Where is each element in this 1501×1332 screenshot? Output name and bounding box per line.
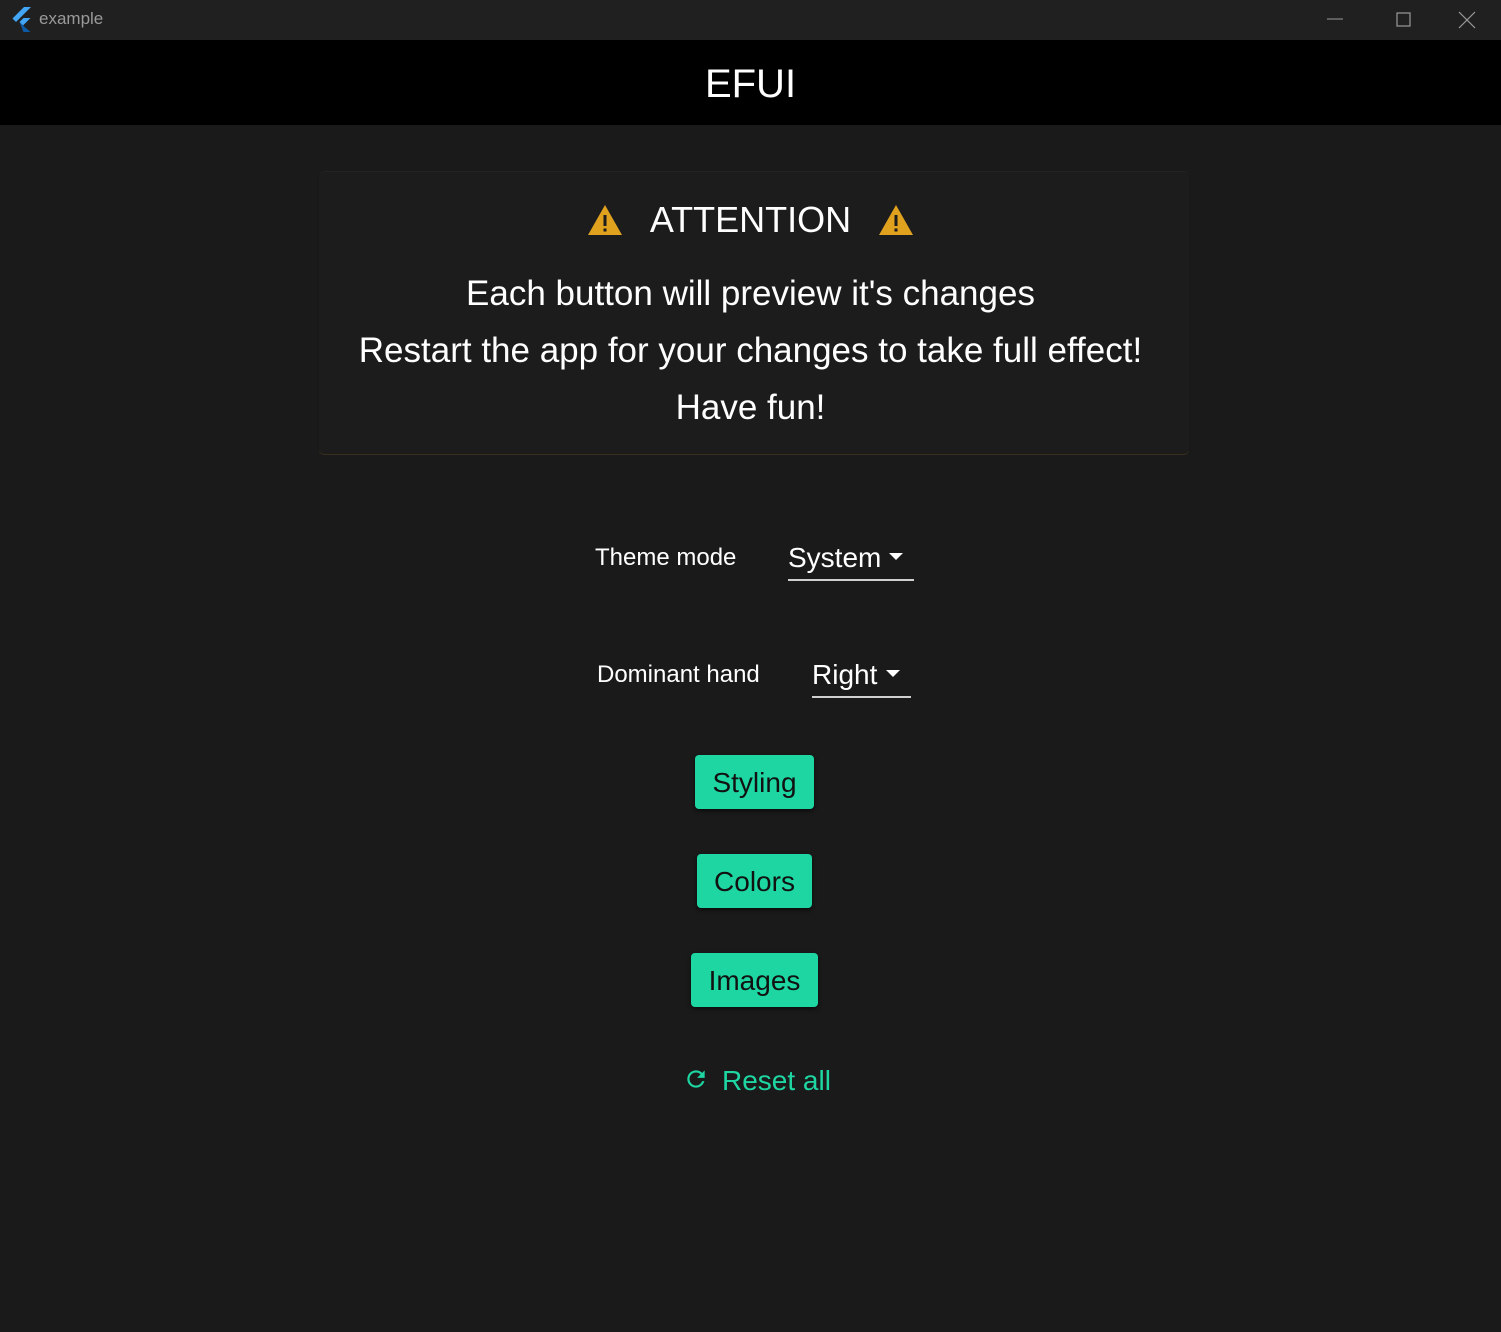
chevron-down-icon	[889, 553, 903, 560]
notice-line-preview: Each button will preview it's changes	[466, 274, 1035, 313]
maximize-button[interactable]	[1370, 0, 1438, 40]
reset-all-button[interactable]: Reset all	[683, 1060, 833, 1102]
maximize-icon	[1396, 12, 1411, 27]
window-title: example	[39, 9, 104, 28]
reset-all-label: Reset all	[722, 1065, 831, 1096]
theme-mode-value: System	[788, 542, 882, 573]
flutter-logo-icon	[12, 7, 31, 32]
warning-icon	[588, 205, 623, 235]
refresh-icon	[687, 1070, 705, 1088]
window-titlebar: example	[0, 0, 1501, 40]
close-button[interactable]	[1433, 0, 1501, 40]
dominant-hand-value: Right	[812, 659, 878, 690]
theme-mode-dropdown[interactable]: System	[788, 541, 914, 581]
notice-line-have-fun: Have fun!	[675, 388, 826, 427]
attention-heading: ATTENTION	[649, 199, 852, 240]
images-button[interactable]: Images	[691, 953, 818, 1007]
minimize-icon	[1327, 18, 1343, 20]
minimize-button[interactable]	[1301, 0, 1369, 40]
notice-line-restart: Restart the app for your changes to take…	[358, 331, 1143, 370]
attention-heading-row: ATTENTION	[0, 197, 1501, 243]
dominant-hand-label: Dominant hand	[597, 661, 760, 688]
dominant-hand-dropdown[interactable]: Right	[812, 658, 911, 698]
close-icon	[1458, 11, 1476, 29]
warning-icon	[878, 205, 913, 235]
app-title: EFUI	[704, 62, 797, 106]
theme-mode-label: Theme mode	[595, 544, 737, 571]
chevron-down-icon	[886, 670, 900, 677]
styling-button[interactable]: Styling	[695, 755, 814, 809]
app-bar: EFUI	[0, 40, 1501, 125]
colors-button[interactable]: Colors	[697, 854, 812, 908]
